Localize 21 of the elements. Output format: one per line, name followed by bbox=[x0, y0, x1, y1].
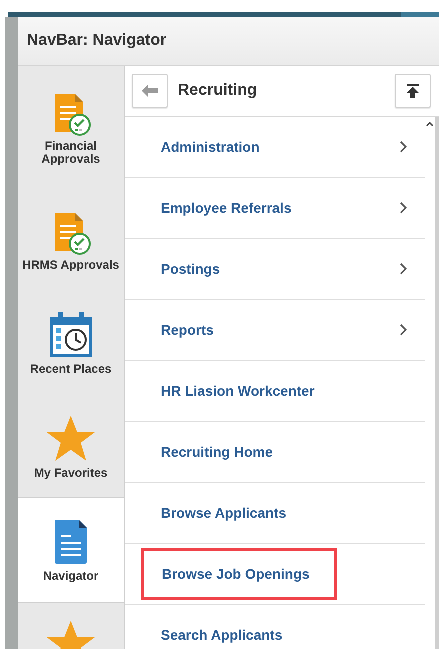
document-icon bbox=[53, 518, 89, 566]
back-button[interactable] bbox=[132, 74, 168, 108]
star-icon bbox=[46, 414, 96, 462]
top-button[interactable] bbox=[395, 74, 431, 108]
scroll-up-icon[interactable] bbox=[426, 121, 434, 127]
sidebar-item[interactable]: Navigator bbox=[18, 497, 124, 603]
menu-link[interactable]: Recruiting Home bbox=[161, 444, 274, 460]
menu-link[interactable]: Search Applicants bbox=[161, 627, 283, 643]
menu-link[interactable]: Reports bbox=[161, 322, 214, 338]
top-bar-end bbox=[401, 12, 439, 17]
menu-link[interactable]: Browse Applicants bbox=[161, 505, 287, 521]
back-arrow-icon bbox=[142, 85, 158, 97]
calendar-clock-icon bbox=[48, 311, 94, 359]
menu-link[interactable]: HR Liasion Workcenter bbox=[161, 383, 315, 399]
panel-title: NavBar: Navigator bbox=[27, 32, 167, 50]
menu-link[interactable]: Browse Job Openings bbox=[141, 548, 337, 600]
jump-to-top-icon bbox=[406, 84, 420, 98]
navigator-title: Recruiting bbox=[178, 82, 258, 100]
menu-link[interactable]: Employee Referrals bbox=[161, 200, 292, 216]
menu-link[interactable]: Postings bbox=[161, 261, 220, 277]
menu-link[interactable]: Administration bbox=[161, 139, 260, 155]
